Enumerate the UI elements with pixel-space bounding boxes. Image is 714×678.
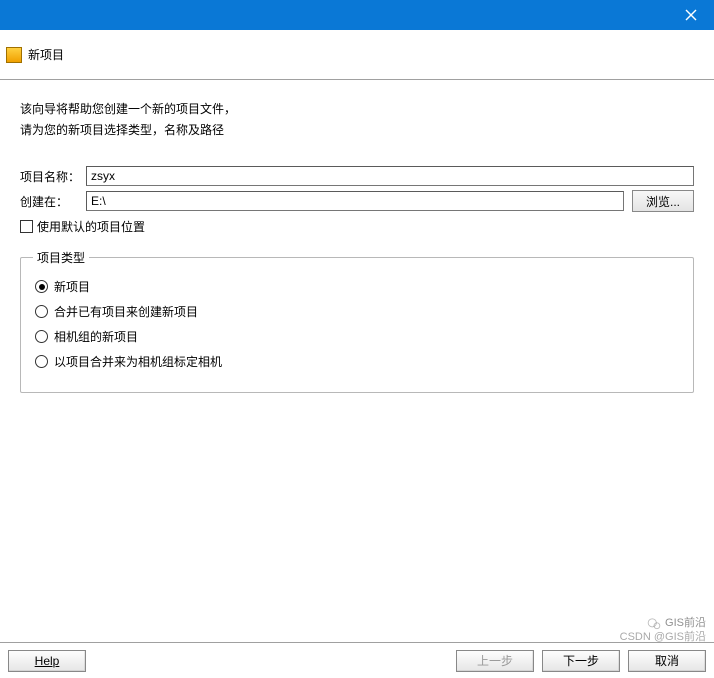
radio-row-merge-calibrate[interactable]: 以项目合并来为相机组标定相机 — [35, 353, 679, 370]
radio-row-camera-group[interactable]: 相机组的新项目 — [35, 328, 679, 345]
label-use-default: 使用默认的项目位置 — [37, 218, 145, 235]
radio-new-project[interactable] — [35, 280, 48, 293]
row-create-path: 创建在： 浏览... — [20, 190, 694, 212]
intro-line-2: 请为您的新项目选择类型，名称及路径 — [20, 121, 694, 138]
cancel-button[interactable]: 取消 — [628, 650, 706, 672]
radio-label: 相机组的新项目 — [54, 328, 138, 345]
next-button[interactable]: 下一步 — [542, 650, 620, 672]
browse-button[interactable]: 浏览... — [632, 190, 694, 212]
titlebar — [0, 0, 714, 30]
label-project-name: 项目名称： — [20, 168, 86, 185]
legend-project-type: 项目类型 — [33, 249, 89, 266]
row-project-name: 项目名称： — [20, 166, 694, 186]
dialog-header: 新项目 — [0, 30, 714, 80]
dialog-footer: Help 上一步 下一步 取消 — [0, 642, 714, 678]
radio-merge-calibrate[interactable] — [35, 355, 48, 368]
radio-row-merge-existing[interactable]: 合并已有项目来创建新项目 — [35, 303, 679, 320]
fieldset-project-type: 项目类型 新项目 合并已有项目来创建新项目 相机组的新项目 以项目合并来为相机组… — [20, 257, 694, 393]
dialog-content: 该向导将帮助您创建一个新的项目文件， 请为您的新项目选择类型，名称及路径 项目名… — [0, 80, 714, 403]
radio-merge-existing[interactable] — [35, 305, 48, 318]
intro-line-1: 该向导将帮助您创建一个新的项目文件， — [20, 100, 694, 117]
wechat-icon — [647, 617, 661, 631]
prev-button[interactable]: 上一步 — [456, 650, 534, 672]
radio-label: 以项目合并来为相机组标定相机 — [54, 353, 222, 370]
label-create-path: 创建在： — [20, 193, 86, 210]
watermark: GIS前沿 CSDN @GIS前沿 — [620, 617, 706, 644]
app-icon — [6, 47, 22, 63]
radio-row-new-project[interactable]: 新项目 — [35, 278, 679, 295]
dialog-title: 新项目 — [28, 46, 64, 63]
radio-label: 合并已有项目来创建新项目 — [54, 303, 198, 320]
form: 项目名称： 创建在： 浏览... 使用默认的项目位置 项目类型 新项目 合并已有… — [20, 166, 694, 393]
help-button[interactable]: Help — [8, 650, 86, 672]
input-create-path[interactable] — [86, 191, 624, 211]
watermark-top-text: GIS前沿 — [665, 617, 706, 630]
radio-label: 新项目 — [54, 278, 90, 295]
radio-camera-group[interactable] — [35, 330, 48, 343]
checkbox-use-default[interactable] — [20, 220, 33, 233]
close-icon — [685, 9, 697, 21]
input-project-name[interactable] — [86, 166, 694, 186]
row-use-default[interactable]: 使用默认的项目位置 — [20, 218, 694, 235]
close-button[interactable] — [668, 0, 714, 30]
